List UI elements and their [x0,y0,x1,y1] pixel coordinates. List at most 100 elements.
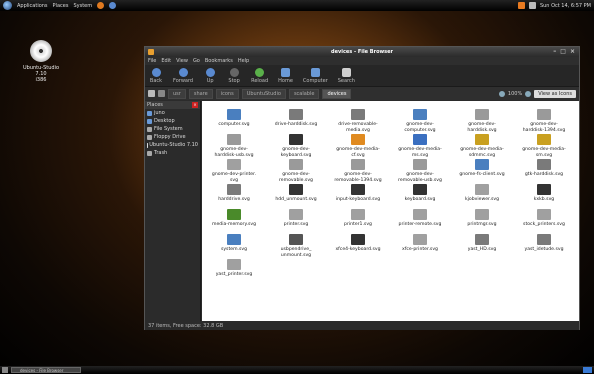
minimize-icon[interactable]: – [553,48,556,55]
file-item[interactable]: yast_printer.svg [208,259,260,278]
volume-icon[interactable] [528,2,536,9]
forward-button[interactable]: Forward [173,68,193,84]
desktop-cd-icon[interactable]: Ubuntu-Studio 7.10 i386 [18,40,64,83]
file-name: yast_HD.svg [467,247,497,252]
system-menu[interactable]: System [73,3,92,9]
file-item[interactable]: kxkb.svg [518,184,570,203]
search-button[interactable]: Search [338,68,355,84]
help-launcher-icon[interactable] [109,2,117,9]
zoom-in-icon[interactable] [525,90,532,97]
disk-doc-icon [227,134,241,145]
file-item[interactable]: gnome-dev-media-cf.svg [332,134,384,159]
parent-path-icon[interactable] [158,90,165,97]
file-item[interactable]: gnome-dev-printer. svg [208,159,260,184]
file-item[interactable]: hdd_unmount.svg [270,184,322,203]
menu-edit[interactable]: Edit [161,58,171,64]
sidebar-item-desktop[interactable]: Desktop [145,117,200,125]
file-item[interactable]: gnome-dev-harddisk-usb.svg [208,134,260,159]
sidebar-title[interactable]: Places [147,102,163,108]
file-item[interactable]: usbpendrive_ unmount.svg [270,234,322,259]
file-item[interactable]: kjobviewer.svg [456,184,508,203]
file-item[interactable]: gnome-dev-removable.svg [270,159,322,184]
firefox-launcher-icon[interactable] [97,2,105,9]
file-item[interactable]: harddrive.svg [208,184,260,203]
show-desktop-icon[interactable] [2,367,8,373]
up-arrow-icon [205,68,215,77]
file-item[interactable]: printer.svg [270,209,322,228]
view-mode-select[interactable]: View as Icons [534,89,576,98]
close-icon[interactable]: × [570,48,575,55]
file-item[interactable]: gtk-harddisk.svg [518,159,570,178]
computer-button[interactable]: Computer [303,68,328,84]
file-item[interactable]: gnome-dev-computer.svg [394,109,446,134]
back-button[interactable]: Back [149,68,163,84]
file-item[interactable]: yast_idetude.svg [518,234,570,253]
file-name: kxkb.svg [533,197,555,202]
file-item[interactable]: xfce4-keyboard.svg [332,234,384,253]
file-item[interactable]: media-memory.svg [208,209,260,228]
file-item[interactable]: gnome-fs-client.svg [456,159,508,178]
home-button[interactable]: Home [278,68,293,84]
menu-bookmarks[interactable]: Bookmarks [205,58,233,64]
file-item[interactable]: gnome-dev-removable-1394.svg [332,159,384,184]
file-item[interactable]: system.svg [208,234,260,253]
file-item[interactable]: gnome-dev-media-sdmmc.svg [456,134,508,159]
workspace-switcher[interactable] [583,367,592,373]
up-button[interactable]: Up [203,68,217,84]
breadcrumb-usr[interactable]: usr [168,88,186,99]
file-item[interactable]: printer1.svg [332,209,384,228]
file-item[interactable]: input-keyboard.svg [332,184,384,203]
update-notifier-icon[interactable] [517,2,525,9]
file-item[interactable]: yast_HD.svg [456,234,508,253]
disk-doc-icon [289,159,303,170]
menu-file[interactable]: File [148,58,156,64]
sidebar-item-label: Floppy Drive [154,134,186,140]
zoom-out-icon[interactable] [498,90,505,97]
file-item[interactable]: gnome-dev-harddisk.svg [456,109,508,134]
taskbar-window-button[interactable]: devices - File Browser [11,367,81,373]
file-item[interactable]: gnome-dev-media-sm.svg [518,134,570,159]
file-item[interactable]: drive-removable-media.svg [332,109,384,134]
sidebar-header: Places × [145,101,200,109]
file-item[interactable]: computer.svg [208,109,260,128]
applications-menu[interactable]: Applications [17,3,48,9]
clock[interactable]: Sun Oct 14, 6:57 PM [540,3,591,9]
file-item[interactable]: gnome-dev-removable-usb.svg [394,159,446,184]
menu-go[interactable]: Go [193,58,200,64]
sidebar-item-cdrom[interactable]: Ubuntu-Studio 7.10 [145,141,200,149]
file-item[interactable]: gnome-dev-harddisk-1394.svg [518,109,570,134]
menu-view[interactable]: View [176,58,188,64]
sidebar-item-file-system[interactable]: File System [145,125,200,133]
file-item[interactable]: xfce-printer.svg [394,234,446,253]
file-icon-view[interactable]: computer.svg drive-harddisk.svg drive-remo… [202,101,579,321]
breadcrumb-scalable[interactable]: scalable [288,88,320,99]
stop-button[interactable]: Stop [227,68,241,84]
breadcrumb-share[interactable]: share [188,88,213,99]
file-item[interactable]: keyboard.svg [394,184,446,203]
sidebar-item-floppy[interactable]: Floppy Drive [145,133,200,141]
applications-menu-icon[interactable] [3,1,12,10]
maximize-icon[interactable]: □ [560,48,566,55]
breadcrumb-devices[interactable]: devices [322,88,352,99]
breadcrumb-icons[interactable]: icons [215,88,239,99]
text-location-toggle-icon[interactable] [148,90,155,97]
home-folder-icon [147,110,152,116]
file-name: gnome-fs-client.svg [459,172,505,177]
file-item[interactable]: drive-harddisk.svg [270,109,322,128]
places-menu[interactable]: Places [53,3,69,9]
zoom-level: 100% [507,90,523,97]
file-item[interactable]: gnome-dev-keyboard.svg [270,134,322,159]
file-item[interactable]: stock_printers.svg [518,209,570,228]
reload-button[interactable]: Reload [251,68,268,84]
breadcrumb-ubuntustudio[interactable]: UbuntuStudio [241,88,286,99]
file-item[interactable]: printmgr.svg [456,209,508,228]
home-label: Home [278,78,293,84]
sidebar-item-juno[interactable]: juno [145,109,200,117]
keyboard-icon [289,134,303,145]
window-title-bar[interactable]: devices - File Browser – □ × [145,47,579,57]
file-item[interactable]: gnome-dev-media-ms.svg [394,134,446,159]
sidebar-close-icon[interactable]: × [192,102,198,108]
menu-help[interactable]: Help [238,58,249,64]
sidebar-item-trash[interactable]: Trash [145,149,200,157]
file-item[interactable]: printer-remote.svg [394,209,446,228]
